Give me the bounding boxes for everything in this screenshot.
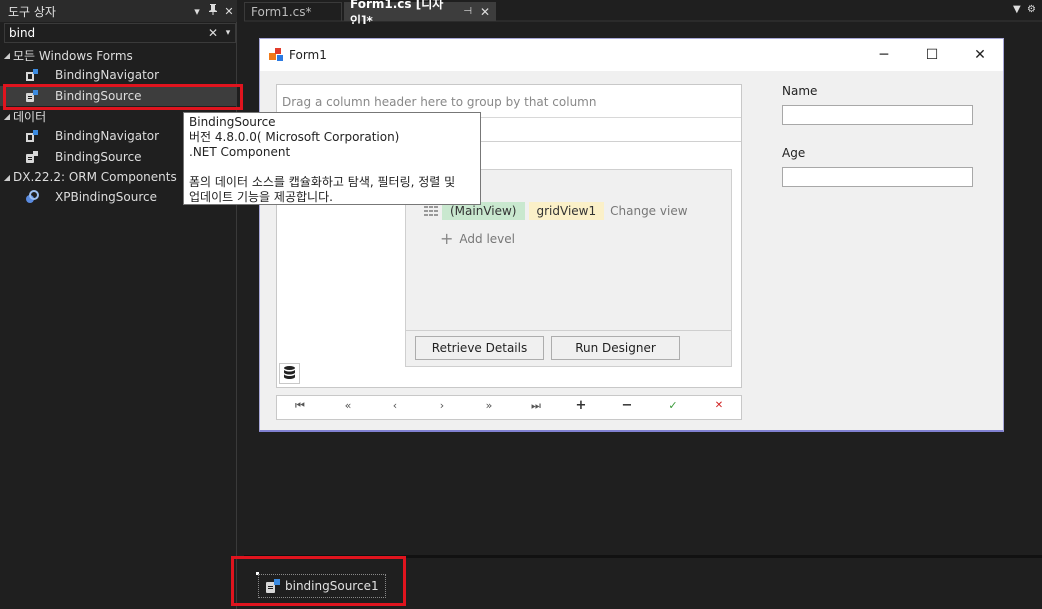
end-edit-icon[interactable]: ✓ bbox=[663, 399, 683, 412]
tooltip-title: BindingSource bbox=[189, 115, 276, 129]
first-record-icon[interactable]: ⏮ bbox=[290, 399, 310, 413]
toolbox-title: 도구 상자 bbox=[8, 4, 56, 19]
dropdown-icon[interactable]: ▾ bbox=[189, 5, 205, 18]
maximize-icon[interactable]: ☐ bbox=[920, 45, 944, 65]
group-label: DX.22.2: ORM Components bbox=[13, 170, 177, 184]
search-options-icon[interactable]: ▾ bbox=[221, 28, 235, 38]
form-window[interactable]: Form1 ─ ☐ ✕ Drag a column header here to… bbox=[259, 38, 1004, 432]
pin-icon[interactable]: ⊣ bbox=[463, 6, 472, 17]
previous-record-icon[interactable]: ‹ bbox=[385, 399, 405, 412]
xpbindingsource-icon bbox=[26, 190, 39, 203]
tab-form1-designer[interactable]: Form1.cs [디자인]* ⊣ ✕ bbox=[344, 0, 496, 28]
document-tabs: Form1.cs* Form1.cs [디자인]* ⊣ ✕ ▼ ⚙ bbox=[244, 0, 1042, 28]
plus-icon: + bbox=[440, 229, 454, 248]
highlight-box-tray-component bbox=[231, 556, 406, 606]
previous-page-icon[interactable]: « bbox=[338, 399, 358, 412]
name-field[interactable] bbox=[782, 105, 973, 125]
tab-form1-cs[interactable]: Form1.cs* bbox=[244, 2, 342, 21]
grid-view-label[interactable]: gridView1 bbox=[528, 202, 605, 220]
tooltip-description: 폼의 데이터 소스를 캡슐화하고 탐색, 필터링, 정렬 및 bbox=[189, 175, 456, 189]
highlight-box-toolbox-item bbox=[3, 84, 243, 110]
cancel-edit-icon[interactable]: ✕ bbox=[709, 400, 729, 411]
age-field[interactable] bbox=[782, 167, 973, 187]
grid-view-icon bbox=[424, 206, 438, 216]
bindingnavigator-icon bbox=[26, 130, 38, 142]
group-label: 데이터 bbox=[13, 109, 47, 124]
tab-list-dropdown-icon[interactable]: ▼ ⚙ bbox=[1013, 4, 1036, 15]
last-record-icon[interactable]: ⏭ bbox=[526, 399, 546, 413]
toolbox-item-tooltip: BindingSource 버전 4.8.0.0( Microsoft Corp… bbox=[183, 112, 481, 205]
group-label: 모든 Windows Forms bbox=[13, 48, 133, 63]
expanded-triangle-icon: ◢ bbox=[3, 172, 11, 182]
retrieve-details-button[interactable]: Retrieve Details bbox=[415, 336, 544, 360]
tooltip-version: 버전 4.8.0.0( Microsoft Corporation) bbox=[189, 130, 400, 144]
minimize-icon[interactable]: ─ bbox=[872, 45, 896, 65]
expanded-triangle-icon: ◢ bbox=[3, 50, 11, 60]
name-label: Name bbox=[782, 84, 818, 98]
run-designer-button[interactable]: Run Designer bbox=[551, 336, 680, 360]
close-icon[interactable]: ✕ bbox=[221, 5, 237, 18]
data-navigator: ⏮ « ‹ › » ⏭ + − ✓ ✕ bbox=[276, 395, 742, 420]
bindingnavigator-icon bbox=[26, 69, 38, 81]
add-level-link[interactable]: + Add level bbox=[440, 229, 515, 248]
next-page-icon[interactable]: » bbox=[479, 399, 499, 412]
toolbox-search[interactable]: ✕ ▾ bbox=[4, 23, 236, 43]
divider bbox=[406, 330, 731, 331]
change-view-link[interactable]: Change view bbox=[604, 202, 693, 220]
database-icon[interactable] bbox=[279, 363, 300, 384]
append-icon[interactable]: + bbox=[571, 398, 591, 413]
age-label: Age bbox=[782, 146, 806, 160]
toolbox-header: 도구 상자 ▾ ✕ bbox=[0, 0, 237, 22]
toolbox-item-bindingnavigator[interactable]: BindingNavigator bbox=[0, 65, 237, 85]
next-record-icon[interactable]: › bbox=[432, 399, 452, 412]
expanded-triangle-icon: ◢ bbox=[3, 111, 11, 121]
toolbox-panel: 도구 상자 ▾ ✕ ✕ ▾ ◢ 모든 Windows Forms Binding… bbox=[0, 0, 243, 609]
close-icon[interactable]: ✕ bbox=[968, 45, 992, 65]
form-caption: Form1 bbox=[289, 48, 327, 62]
form-logo-icon bbox=[269, 48, 283, 61]
search-input[interactable] bbox=[9, 26, 205, 40]
form-titlebar: Form1 ─ ☐ ✕ bbox=[260, 39, 1003, 71]
tooltip-kind: .NET Component bbox=[189, 145, 291, 159]
tooltip-description-2: 업데이트 기능을 제공합니다. bbox=[189, 190, 333, 204]
close-icon[interactable]: ✕ bbox=[480, 5, 490, 19]
pin-icon[interactable] bbox=[205, 4, 221, 18]
clear-search-icon[interactable]: ✕ bbox=[205, 26, 221, 40]
toolbox-group-all-windows-forms[interactable]: ◢ 모든 Windows Forms bbox=[0, 45, 237, 65]
bindingsource-icon bbox=[26, 151, 38, 163]
remove-icon[interactable]: − bbox=[617, 398, 637, 413]
